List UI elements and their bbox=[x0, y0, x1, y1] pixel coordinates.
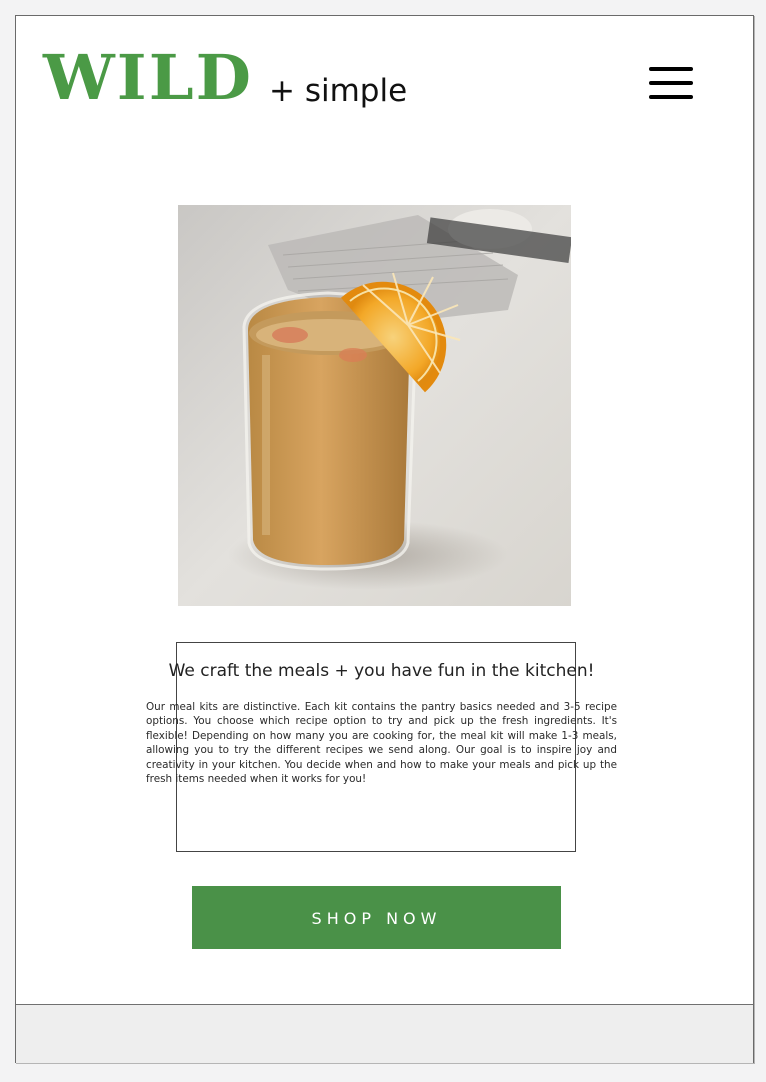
hero-image bbox=[178, 205, 571, 606]
logo-wild-text: WILD bbox=[43, 41, 254, 114]
shop-now-button[interactable]: SHOP NOW bbox=[192, 886, 561, 949]
menu-bar-top bbox=[649, 67, 693, 71]
menu-bar-bottom bbox=[649, 95, 693, 99]
intro-tagline: We craft the meals + you have fun in the… bbox=[168, 661, 595, 681]
page-frame: WILD + simple We craft the meals + you h… bbox=[15, 15, 754, 1063]
footer-band bbox=[16, 1004, 753, 1063]
menu-bar-middle bbox=[649, 81, 693, 85]
intro-description: Our meal kits are distinctive. Each kit … bbox=[146, 701, 617, 786]
hamburger-menu-icon[interactable] bbox=[649, 67, 693, 101]
logo-simple-text: + simple bbox=[269, 73, 408, 109]
site-logo[interactable]: WILD + simple bbox=[43, 47, 407, 109]
smoothie-photo bbox=[178, 205, 571, 606]
